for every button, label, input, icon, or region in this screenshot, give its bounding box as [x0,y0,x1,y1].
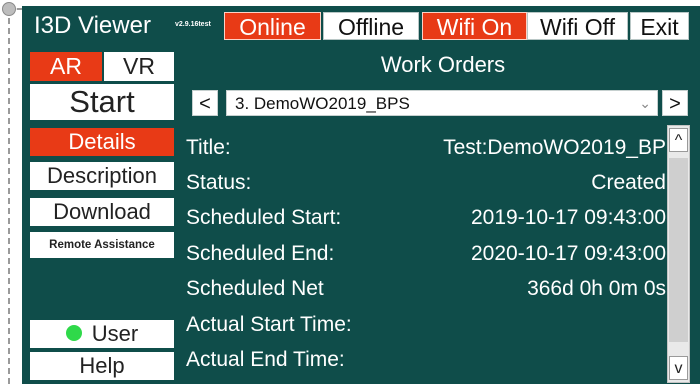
detail-label: Actual End Time: [186,348,345,371]
app-window: I3D Viewer v2.9.16test Online Offline Wi… [22,6,700,384]
prev-order-button[interactable]: < [192,90,218,116]
description-button[interactable]: Description [30,162,174,190]
chevron-down-icon: ⌄ [639,95,651,111]
work-order-select[interactable]: 3. DemoWO2019_BPS ⌄ [226,90,658,116]
user-button[interactable]: User [30,320,174,348]
exit-button[interactable]: Exit [630,12,689,40]
scroll-up-button[interactable]: ^ [669,128,688,152]
detail-label: Title: [186,136,231,159]
app-version: v2.9.16test [175,21,211,28]
details-scrollbar[interactable]: ^ v [667,125,690,383]
scroll-down-button[interactable]: v [669,356,688,380]
next-order-button[interactable]: > [662,90,688,116]
detail-label: Actual Start Time: [186,313,352,336]
detail-label: Status: [186,171,252,194]
detail-label: Scheduled Net [186,277,324,300]
panel-title: Work Orders [380,52,506,77]
offline-button[interactable]: Offline [323,12,419,40]
detail-row-scheduled-net: Scheduled Net 366d 0h 0m 0s [186,271,666,307]
online-button[interactable]: Online [224,12,321,40]
start-button[interactable]: Start [30,84,174,120]
detail-row-status: Status: Created [186,165,666,201]
canvas-frame-left [8,8,10,384]
wifi-off-button[interactable]: Wifi Off [527,12,628,40]
remote-assistance-button[interactable]: Remote Assistance [30,232,174,258]
work-order-value: 3. DemoWO2019_BPS [235,94,410,113]
help-button[interactable]: Help [30,352,174,380]
download-button[interactable]: Download [30,198,174,226]
detail-label: Scheduled Start: [186,206,342,229]
detail-value: Created [591,171,666,194]
ar-mode-button[interactable]: AR [30,52,102,81]
detail-label: Scheduled End: [186,242,335,265]
detail-row-scheduled-end: Scheduled End: 2020-10-17 09:43:00 [186,236,666,272]
detail-value: 366d 0h 0m 0s [527,277,666,300]
user-status-icon [65,325,82,342]
wifi-on-button[interactable]: Wifi On [422,12,527,40]
detail-row-title: Title: Test:DemoWO2019_BP [186,130,666,166]
detail-row-actual-end: Actual End Time: [186,342,666,378]
user-label: User [91,321,139,346]
detail-row-scheduled-start: Scheduled Start: 2019-10-17 09:43:00 [186,200,666,236]
detail-value: 2020-10-17 09:43:00 [471,242,666,265]
resize-handle[interactable] [2,2,16,16]
scrollbar-thumb[interactable] [669,158,688,342]
app-title: I3D Viewer [34,12,151,39]
detail-value: Test:DemoWO2019_BP [443,136,666,159]
vr-mode-button[interactable]: VR [104,52,174,81]
detail-row-actual-start: Actual Start Time: [186,307,666,343]
details-button[interactable]: Details [30,128,174,156]
detail-value: 2019-10-17 09:43:00 [471,206,666,229]
